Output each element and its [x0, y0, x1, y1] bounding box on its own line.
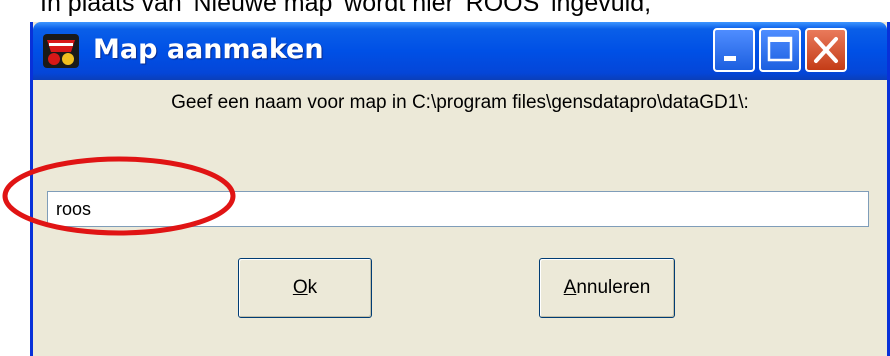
minimize-button[interactable]	[713, 28, 755, 72]
ok-accesskey-label: O	[292, 277, 308, 298]
maximize-icon	[767, 36, 793, 62]
minimize-icon	[724, 56, 736, 61]
close-button[interactable]	[805, 28, 847, 72]
cancel-button[interactable]: Annuleren	[539, 258, 675, 318]
ok-button[interactable]: Ok	[238, 258, 372, 318]
gensdatapro-logo-icon	[41, 32, 81, 70]
title-bar[interactable]: Map aanmaken	[33, 22, 887, 80]
window-title: Map aanmaken	[93, 34, 324, 65]
cancel-label-rest: nnuleren	[576, 277, 651, 298]
maximize-button[interactable]	[759, 28, 801, 72]
ok-label-rest: k	[307, 277, 318, 298]
folder-name-input[interactable]	[47, 191, 869, 227]
folder-name-prompt: Geef een naam voor map in C:\program fil…	[171, 92, 749, 113]
close-icon	[814, 37, 838, 63]
dialog-window: Map aanmaken Geef een naam voor map in C…	[30, 22, 890, 356]
cancel-accesskey-label: A	[563, 277, 577, 298]
instruction-caption: In plaats van 'Nieuwe map' wordt hier 'R…	[40, 0, 652, 17]
